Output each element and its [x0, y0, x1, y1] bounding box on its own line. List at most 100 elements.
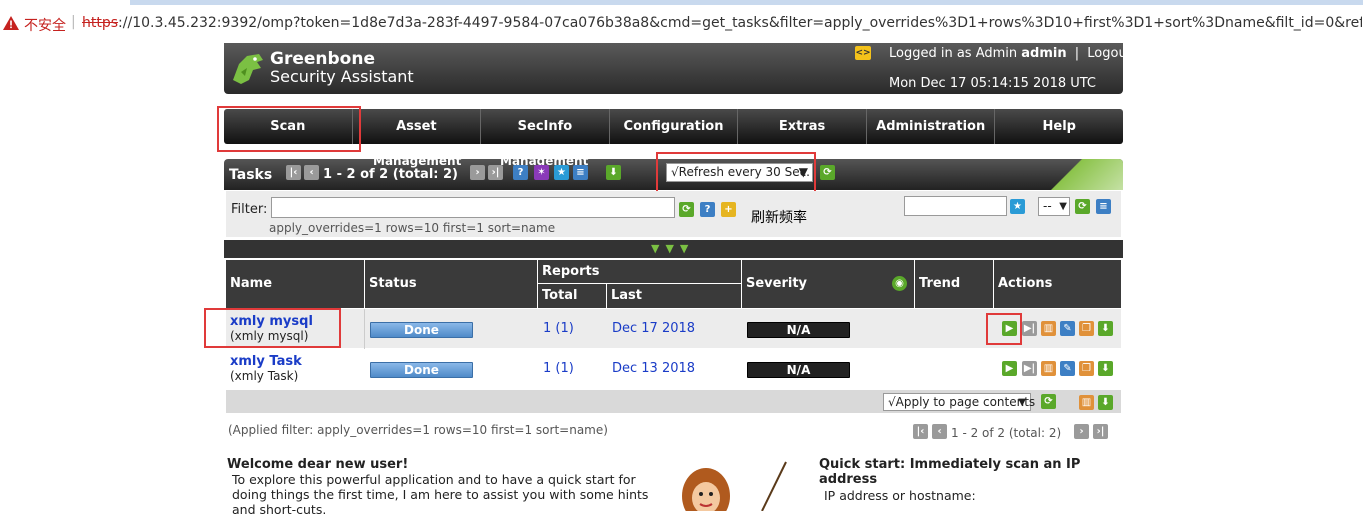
- th-status[interactable]: Status: [365, 260, 537, 308]
- severity-bar: N/A: [747, 322, 850, 338]
- filter-select[interactable]: -- ▼: [1038, 197, 1070, 216]
- logout-link[interactable]: Logout: [1087, 46, 1132, 61]
- trash-icon[interactable]: ▥: [1041, 361, 1056, 376]
- first-page-icon[interactable]: |‹: [286, 165, 301, 180]
- filter-refresh-icon[interactable]: ⟳: [679, 202, 694, 217]
- header-datetime: Mon Dec 17 05:14:15 2018 UTC: [889, 76, 1097, 91]
- download-icon[interactable]: ⬇: [606, 165, 621, 180]
- resume-icon[interactable]: ▶|: [1022, 321, 1037, 336]
- wizard-icon[interactable]: ✶: [534, 165, 549, 180]
- logo-line1: Greenbone: [270, 49, 375, 69]
- filter-applied-text: apply_overrides=1 rows=10 first=1 sort=n…: [269, 221, 556, 235]
- applied-filter-text: (Applied filter: apply_overrides=1 rows=…: [228, 423, 608, 437]
- url-rest: ://10.3.45.232:9392/omp?token=1d8e7d3a-2…: [118, 15, 1362, 31]
- login-info: Logged in as Admin admin | Logout: [889, 46, 1132, 61]
- welcome-title: Welcome dear new user!: [227, 457, 409, 472]
- username: admin: [1021, 46, 1067, 61]
- th-total[interactable]: Total: [538, 284, 606, 308]
- th-actions: Actions: [994, 260, 1121, 308]
- task-comment: (xmly Task): [230, 369, 299, 383]
- quickstart-title-line1: Quick start: Immediately scan an IP: [819, 457, 1081, 472]
- assistant-mascot-icon: [682, 461, 787, 511]
- highlight-box-refresh: [656, 152, 816, 194]
- url-protocol: https: [82, 15, 119, 31]
- task-name-link[interactable]: xmly Task: [230, 354, 302, 369]
- first-page-icon[interactable]: |‹: [913, 424, 928, 439]
- report-total-link[interactable]: 1 (1): [543, 321, 574, 336]
- bulk-export-icon[interactable]: ⬇: [1098, 395, 1113, 410]
- edit-icon[interactable]: ✎: [1060, 321, 1075, 336]
- nav-extras[interactable]: Extras: [738, 109, 867, 144]
- quickstart-ip-label: IP address or hostname:: [824, 488, 976, 503]
- filter-input[interactable]: [271, 197, 675, 218]
- export-icon[interactable]: ⬇: [1098, 321, 1113, 336]
- export-icon[interactable]: ⬇: [1098, 361, 1113, 376]
- edit-icon[interactable]: ✎: [1060, 361, 1075, 376]
- th-name[interactable]: Name: [226, 260, 364, 308]
- severity-bar: N/A: [747, 362, 850, 378]
- apply-select[interactable]: √Apply to page contents ▼: [883, 393, 1035, 411]
- greenbone-logo-icon: [233, 54, 263, 84]
- report-last-link[interactable]: Dec 17 2018: [612, 321, 695, 336]
- clone-icon[interactable]: ❐: [1079, 321, 1094, 336]
- status-bar: Done: [370, 322, 473, 338]
- th-severity[interactable]: Severity: [742, 260, 914, 308]
- welcome-line1: To explore this powerful application and…: [232, 472, 636, 487]
- clone-icon[interactable]: ❐: [1079, 361, 1094, 376]
- prev-page-icon[interactable]: ‹: [932, 424, 947, 439]
- filter-name-input[interactable]: [904, 196, 1007, 216]
- filter-select-value: --: [1043, 199, 1052, 213]
- code-icon[interactable]: <>: [855, 46, 871, 60]
- highlight-box-start: [986, 313, 1022, 345]
- next-page-icon[interactable]: ›: [1074, 424, 1089, 439]
- trash-icon[interactable]: ▥: [1041, 321, 1056, 336]
- filter-help-icon[interactable]: ?: [700, 202, 715, 217]
- bulk-trash-icon[interactable]: ▥: [1079, 395, 1094, 410]
- status-bar: Done: [370, 362, 473, 378]
- new-task-icon[interactable]: ★: [554, 165, 569, 180]
- th-trend: Trend: [915, 260, 993, 308]
- quickstart-title: Quick start: Immediately scan an IP addr…: [819, 457, 1080, 487]
- tasks-pagination: 1 - 2 of 2 (total: 2): [323, 167, 458, 182]
- url-text[interactable]: https://10.3.45.232:9392/omp?token=1d8e7…: [82, 15, 1362, 31]
- list-icon[interactable]: ≡: [573, 165, 588, 180]
- new-filter-icon[interactable]: +: [721, 202, 736, 217]
- nav-asset[interactable]: Asset: [353, 109, 482, 144]
- tasks-title: Tasks: [229, 167, 273, 183]
- save-filter-icon[interactable]: ★: [1010, 199, 1025, 214]
- browser-address-bar[interactable]: 不安全 | https://10.3.45.232:9392/omp?token…: [0, 0, 1363, 46]
- login-separator: |: [1074, 46, 1080, 61]
- start-icon[interactable]: ▶: [1002, 361, 1017, 376]
- apply-refresh-icon[interactable]: ⟳: [1041, 394, 1056, 409]
- nav-secinfo[interactable]: SecInfo: [481, 109, 610, 144]
- refresh-icon[interactable]: ⟳: [820, 165, 835, 180]
- expand-triangles-icon[interactable]: ▼▼▼: [651, 242, 694, 255]
- th-last[interactable]: Last: [607, 284, 741, 308]
- nav-help[interactable]: Help: [995, 109, 1123, 144]
- prev-page-icon[interactable]: ‹: [304, 165, 319, 180]
- load-filter-icon[interactable]: ⟳: [1075, 199, 1090, 214]
- nav-overflow-1: Management: [373, 154, 462, 168]
- apply-select-value: √Apply to page contents: [888, 395, 1036, 409]
- browser-tab-strip: [130, 0, 1363, 5]
- welcome-text: To explore this powerful application and…: [232, 472, 648, 517]
- report-last-link[interactable]: Dec 13 2018: [612, 361, 695, 376]
- logged-in-text: Logged in as Admin: [889, 46, 1018, 61]
- help-icon[interactable]: ?: [513, 165, 528, 180]
- logo-text: Greenbone Security Assistant: [270, 50, 414, 86]
- report-total-link[interactable]: 1 (1): [543, 361, 574, 376]
- welcome-line2: doing things the first time, I am here t…: [232, 487, 649, 502]
- insecure-label: 不安全: [24, 18, 66, 34]
- severity-toggle-icon[interactable]: ◉: [892, 276, 907, 291]
- nav-configuration[interactable]: Configuration: [610, 109, 739, 144]
- logo-line2: Security Assistant: [270, 67, 414, 86]
- filter-list-icon[interactable]: ≡: [1096, 199, 1111, 214]
- last-page-icon[interactable]: ›|: [1093, 424, 1108, 439]
- welcome-line3: and short-cuts.: [232, 502, 327, 517]
- resume-icon[interactable]: ▶|: [1022, 361, 1037, 376]
- quickstart-title-line2: address: [819, 472, 878, 487]
- last-page-icon[interactable]: ›|: [488, 165, 503, 180]
- warning-icon: [3, 16, 19, 30]
- nav-administration[interactable]: Administration: [867, 109, 996, 144]
- next-page-icon[interactable]: ›: [470, 165, 485, 180]
